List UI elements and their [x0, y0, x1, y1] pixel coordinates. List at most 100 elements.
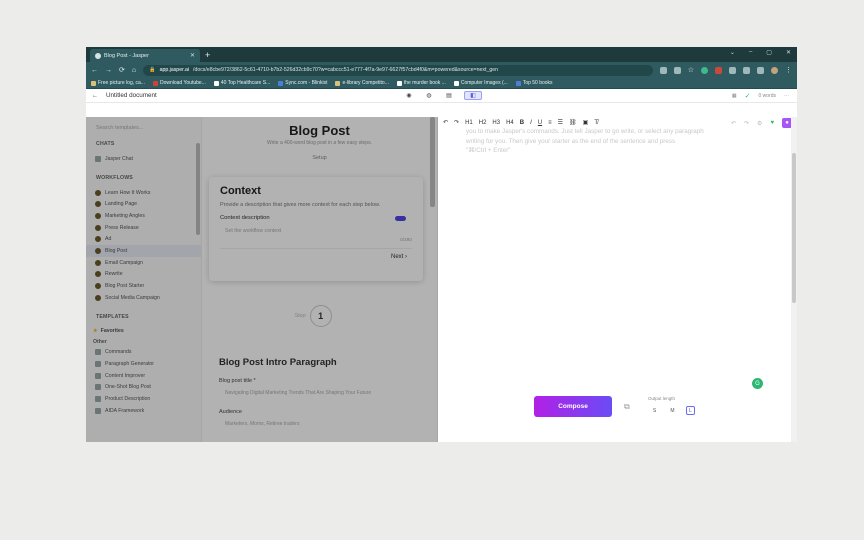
context-toggle[interactable] [395, 215, 406, 221]
blog-title-input[interactable]: Navigating Digital Marketing Trends That… [225, 390, 419, 396]
back-arrow-icon[interactable]: ← [91, 67, 98, 74]
step-indicator: Step 1 [202, 305, 424, 327]
extension-icon[interactable] [729, 66, 736, 74]
maximize-icon[interactable]: ▢ [766, 49, 772, 56]
bookmark-item[interactable]: e-library Competito... [335, 80, 389, 86]
bold-button[interactable]: B [520, 120, 524, 126]
audience-input[interactable]: Marketers, Moms, Retiree traders [225, 421, 419, 427]
sidebar-item-workflow-active[interactable]: Blog Post [86, 245, 201, 257]
sidebar-item-template[interactable]: One-Shot Blog Post [86, 382, 201, 394]
template-icon [95, 349, 101, 356]
document-title[interactable]: Untitled document [106, 92, 157, 99]
star-icon[interactable]: ☆ [688, 66, 694, 74]
back-arrow-icon[interactable]: ← [92, 93, 98, 99]
chat-bubble-icon[interactable]: ◍ [424, 91, 434, 100]
grammarly-icon[interactable] [701, 66, 708, 74]
setup-label: Setup [312, 155, 327, 161]
editor-scroll-thumb[interactable] [792, 153, 796, 303]
copy-icon[interactable]: ⧉ [624, 402, 630, 412]
next-button[interactable]: Next › [220, 254, 407, 260]
sidebar-scrollbar[interactable] [196, 143, 200, 235]
sidebar-item-workflow[interactable]: Ad [86, 233, 201, 245]
bookmark-item[interactable]: the murder book ... [396, 80, 446, 86]
editor-scrollbar[interactable] [791, 117, 797, 442]
chevron-down-icon[interactable]: ⌄ [730, 49, 735, 56]
sidebar-item-workflow[interactable]: Marketing Angles [86, 210, 201, 222]
share-icon[interactable] [673, 66, 681, 74]
undo-icon[interactable]: ↶ [443, 119, 448, 126]
sidebar-item-workflow[interactable]: Landing Page [86, 198, 201, 210]
grammarly-status-icon[interactable]: G [752, 378, 763, 389]
italic-button[interactable]: I [530, 120, 532, 126]
link-icon[interactable]: ⛓ [569, 119, 577, 126]
workflow-subtitle: Write a 400-word blog post in a few easy… [267, 140, 372, 146]
close-window-icon[interactable]: ✕ [786, 49, 791, 56]
h4-button[interactable]: H4 [506, 120, 514, 126]
size-large-button[interactable]: L [686, 406, 695, 415]
undo-icon[interactable]: ↶ [731, 120, 736, 127]
size-small-button[interactable]: S [650, 406, 659, 415]
clear-format-icon[interactable]: T̸ [594, 120, 598, 126]
sidebar-toggle-icon[interactable] [757, 66, 764, 74]
favorites-section[interactable]: ★ Favorites [86, 326, 201, 337]
bookmark-icon [515, 80, 521, 86]
underline-button[interactable]: U [538, 120, 542, 126]
sidebar-item-workflow[interactable]: Email Campaign [86, 257, 201, 269]
redo-icon[interactable]: ↷ [454, 119, 459, 126]
sidebar-item-workflow[interactable]: Blog Post Starter [86, 280, 201, 292]
settings-icon[interactable]: ⚙ [757, 120, 762, 127]
sidebar-item-template[interactable]: Paragraph Generator [86, 358, 201, 370]
h1-button[interactable]: H1 [465, 120, 473, 126]
home-icon[interactable]: ⌂ [132, 67, 136, 74]
favorites-label: Favorites [100, 328, 124, 335]
more-options-icon[interactable]: ⋯ [784, 93, 789, 99]
context-input[interactable]: Set the workflow context [225, 228, 412, 234]
browser-tab[interactable]: Blog Post - Jasper ✕ [90, 49, 200, 62]
grid-icon[interactable]: ▦ [732, 93, 737, 99]
h2-button[interactable]: H2 [479, 120, 487, 126]
h3-button[interactable]: H3 [492, 120, 500, 126]
forward-arrow-icon[interactable]: → [105, 67, 112, 74]
template-search-input[interactable]: Search templates... [96, 125, 195, 131]
heart-icon[interactable]: ♥ [770, 120, 774, 126]
split-view-icon[interactable]: ◧ [464, 91, 482, 100]
cast-icon[interactable] [659, 66, 667, 74]
reload-icon[interactable]: ⟳ [119, 66, 125, 74]
ordered-list-icon[interactable]: ≡ [548, 120, 552, 126]
sidebar-item-jasper-chat[interactable]: Jasper Chat [86, 153, 201, 165]
bookmark-item[interactable]: Download Youtube... [152, 80, 206, 86]
sidebar-item-template[interactable]: Product Description [86, 393, 201, 405]
editor-placeholder[interactable]: you to make Jasper's commands. Just tell… [466, 127, 766, 156]
sidebar-item-workflow[interactable]: Social Media Campaign [86, 292, 201, 304]
bookmark-item[interactable]: Free picture log, ca... [91, 80, 145, 86]
sidebar-item-template[interactable]: Commands [86, 347, 201, 359]
bookmark-item[interactable]: 40 Top Healthcare S... [213, 80, 270, 86]
sidebar-item-template[interactable]: Content Improver [86, 370, 201, 382]
puzzle-icon[interactable] [743, 66, 750, 74]
workflow-icon [95, 189, 101, 196]
bullet-list-icon[interactable]: ☰ [558, 119, 563, 126]
compose-button[interactable]: Compose [534, 396, 612, 417]
document-icon[interactable]: ▤ [444, 91, 454, 100]
close-tab-icon[interactable]: ✕ [190, 52, 195, 59]
redo-icon[interactable]: ↷ [744, 120, 749, 127]
panel-scrollbar[interactable] [430, 117, 435, 207]
kebab-menu-icon[interactable]: ⋮ [785, 66, 792, 74]
profile-avatar[interactable] [771, 66, 778, 74]
workflow-icon [95, 283, 101, 290]
sidebar-item-workflow[interactable]: Learn How It Works [86, 187, 201, 199]
eye-icon[interactable]: ◉ [404, 91, 414, 100]
address-bar[interactable]: 🔒 app.jasper.ai/docs/e8cbe972/3862-5c61-… [143, 64, 653, 76]
bookmark-item[interactable]: Sync.com - Blinkist [278, 80, 327, 86]
sidebar-item-template[interactable]: AIDA Framework [86, 405, 201, 417]
sidebar-item-workflow[interactable]: Press Release [86, 222, 201, 234]
bookmark-item[interactable]: Top 50 books [515, 80, 553, 86]
image-icon[interactable]: ▣ [583, 119, 589, 126]
new-tab-icon[interactable]: + [205, 49, 210, 62]
bookmark-item[interactable]: Computer Images (... [453, 80, 508, 86]
extension-red-icon[interactable] [715, 66, 722, 74]
size-medium-button[interactable]: M [668, 406, 677, 415]
sidebar-item-workflow[interactable]: Rewrite [86, 269, 201, 281]
minimize-icon[interactable]: – [749, 49, 752, 56]
sidebar-item-label: One-Shot Blog Post [105, 384, 151, 391]
